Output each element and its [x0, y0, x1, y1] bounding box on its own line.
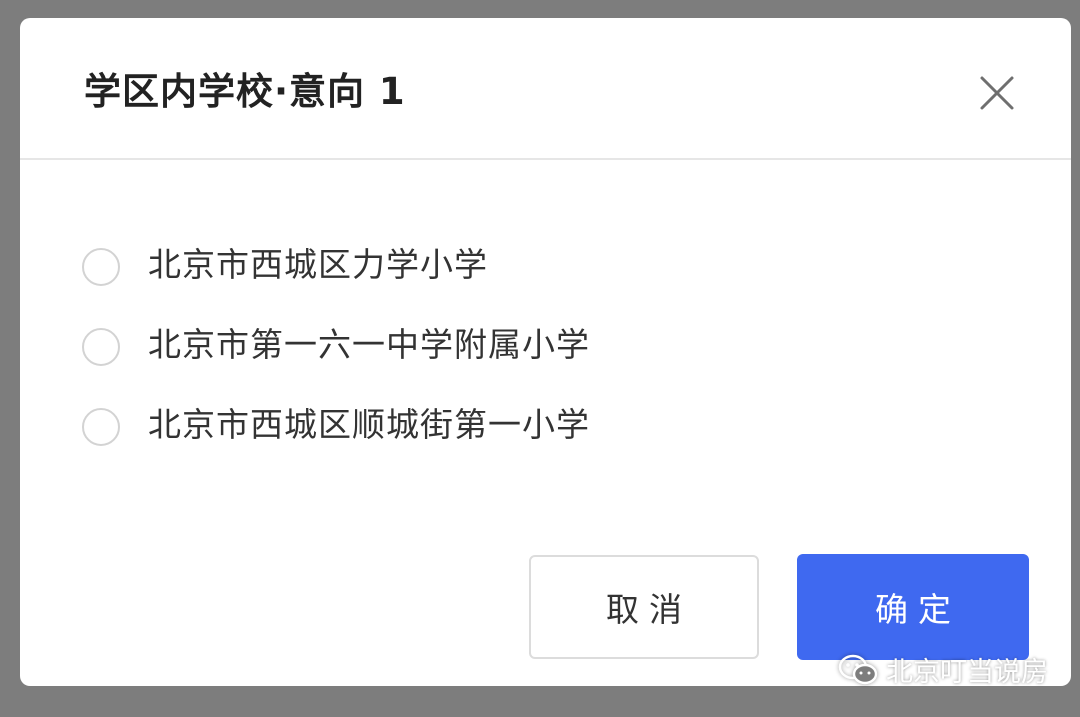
school-intention-dialog: 学区内学校·意向 1 北京市西城区力学小学 北京市第一六一中学附属小学 北京市西… [20, 18, 1071, 686]
school-option-label: 北京市西城区力学小学 [148, 245, 488, 284]
close-icon [980, 76, 1014, 110]
close-button[interactable] [977, 73, 1017, 113]
school-options-list: 北京市西城区力学小学 北京市第一六一中学附属小学 北京市西城区顺城街第一小学 [82, 240, 590, 480]
school-option-label: 北京市第一六一中学附属小学 [148, 325, 590, 364]
watermark-text: 北京叮当说房 [886, 657, 1048, 688]
radio-button[interactable] [82, 328, 120, 366]
school-option[interactable]: 北京市西城区顺城街第一小学 [82, 400, 590, 480]
school-option[interactable]: 北京市西城区力学小学 [82, 240, 590, 320]
watermark: 北京叮当说房 [838, 650, 1048, 689]
wechat-icon [838, 654, 878, 684]
dialog-title: 学区内学校·意向 1 [84, 70, 406, 113]
dialog-header: 学区内学校·意向 1 [20, 18, 1071, 160]
radio-button[interactable] [82, 248, 120, 286]
confirm-button[interactable]: 确定 [797, 554, 1029, 660]
school-option[interactable]: 北京市第一六一中学附属小学 [82, 320, 590, 400]
school-option-label: 北京市西城区顺城街第一小学 [148, 405, 590, 444]
cancel-button[interactable]: 取消 [529, 555, 759, 659]
radio-button[interactable] [82, 408, 120, 446]
